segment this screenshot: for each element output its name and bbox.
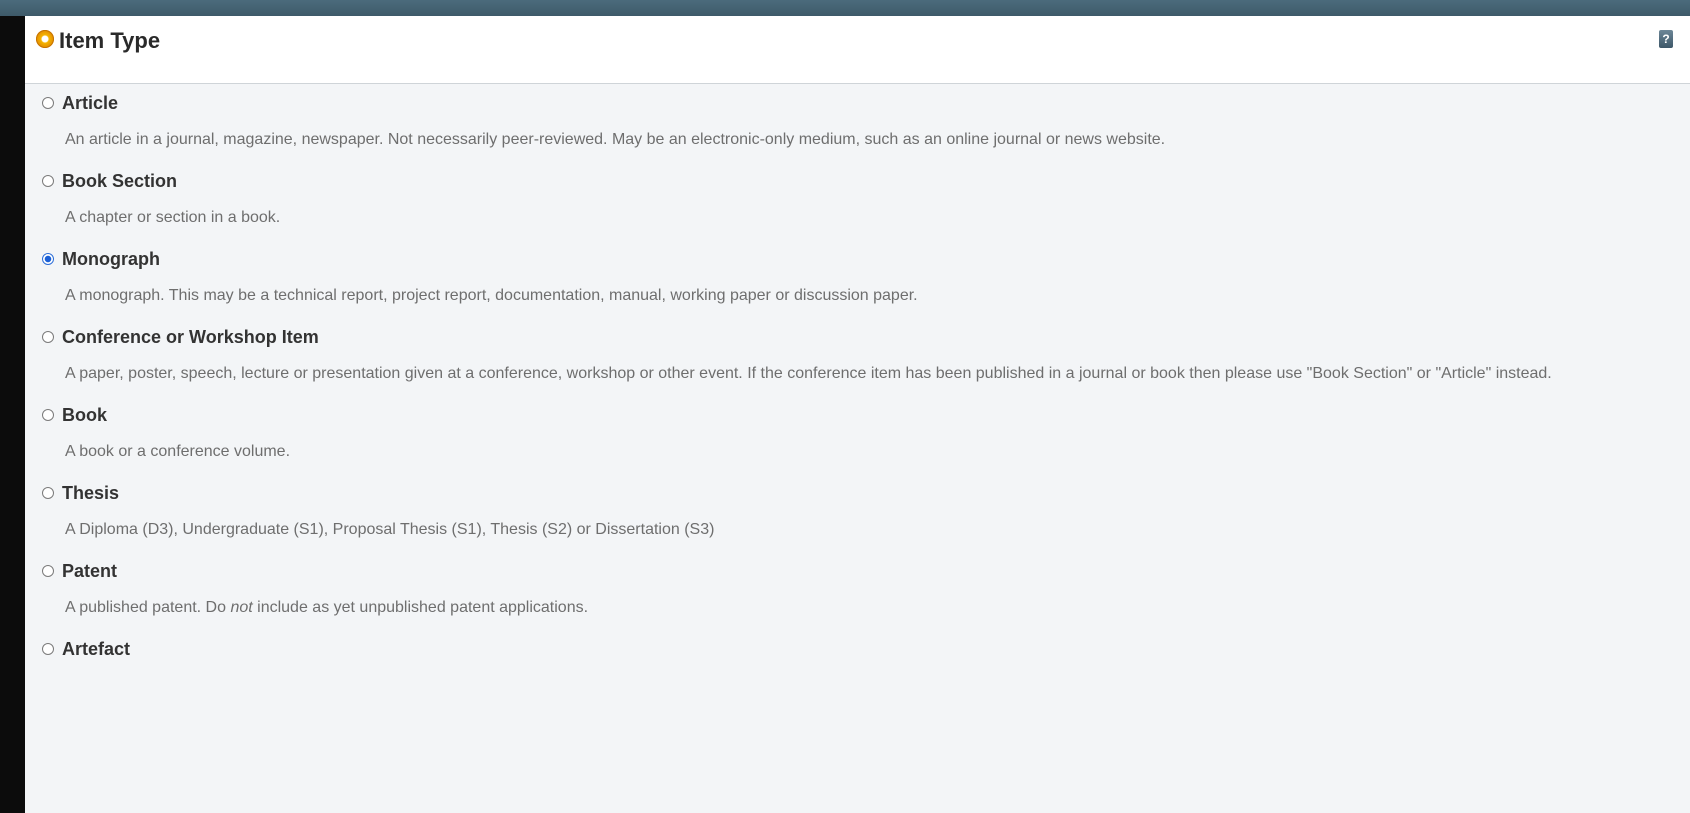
radio-artefact[interactable] <box>42 643 54 655</box>
option-thesis: Thesis A Diploma (D3), Undergraduate (S1… <box>25 474 1690 552</box>
top-bar <box>0 0 1690 16</box>
option-description: A published patent. Do not include as ye… <box>25 590 1690 630</box>
option-label[interactable]: Artefact <box>62 639 130 660</box>
option-label[interactable]: Thesis <box>62 483 119 504</box>
option-conference-item: Conference or Workshop Item A paper, pos… <box>25 318 1690 396</box>
radio-conference-item[interactable] <box>42 331 54 343</box>
left-edge <box>0 16 25 813</box>
option-description: A Diploma (D3), Undergraduate (S1), Prop… <box>65 521 715 538</box>
radio-article[interactable] <box>42 97 54 109</box>
bullet-icon <box>36 30 54 48</box>
option-row[interactable]: Patent <box>25 552 1690 590</box>
description-text: A published patent. Do <box>65 599 231 616</box>
option-book-section: Book Section A chapter or section in a b… <box>25 162 1690 240</box>
option-row[interactable]: Thesis <box>25 474 1690 512</box>
option-description: A book or a conference volume. <box>65 443 291 460</box>
description-emphasis: not <box>230 599 253 616</box>
option-row[interactable]: Book Section <box>25 162 1690 200</box>
panel-title: Item Type <box>59 28 161 53</box>
item-type-panel: Item Type ? Article An article in a jour… <box>25 16 1690 813</box>
option-monograph: Monograph A monograph. This may be a tec… <box>25 240 1690 318</box>
option-label[interactable]: Book Section <box>62 171 177 192</box>
radio-book-section[interactable] <box>42 175 54 187</box>
radio-book[interactable] <box>42 409 54 421</box>
option-artefact: Artefact <box>25 630 1690 668</box>
panel-header[interactable]: Item Type ? <box>25 16 1690 84</box>
item-type-options: Article An article in a journal, magazin… <box>25 84 1690 668</box>
radio-thesis[interactable] <box>42 487 54 499</box>
option-description: A monograph. This may be a technical rep… <box>65 287 918 304</box>
option-description: A paper, poster, speech, lecture or pres… <box>65 365 1552 382</box>
radio-patent[interactable] <box>42 565 54 577</box>
option-description: A chapter or section in a book. <box>65 209 281 226</box>
option-row[interactable]: Book <box>25 396 1690 434</box>
option-book: Book A book or a conference volume. <box>25 396 1690 474</box>
help-icon[interactable]: ? <box>1659 30 1673 48</box>
option-article: Article An article in a journal, magazin… <box>25 84 1690 162</box>
option-patent: Patent A published patent. Do not includ… <box>25 552 1690 630</box>
option-label[interactable]: Conference or Workshop Item <box>62 327 319 348</box>
radio-monograph[interactable] <box>42 253 54 265</box>
option-label[interactable]: Monograph <box>62 249 160 270</box>
option-row[interactable]: Article <box>25 84 1690 122</box>
option-row[interactable]: Conference or Workshop Item <box>25 318 1690 356</box>
option-row[interactable]: Artefact <box>25 630 1690 668</box>
option-label[interactable]: Book <box>62 405 107 426</box>
description-text: include as yet unpublished patent applic… <box>252 599 589 616</box>
option-label[interactable]: Patent <box>62 561 117 582</box>
option-row[interactable]: Monograph <box>25 240 1690 278</box>
option-label[interactable]: Article <box>62 93 118 114</box>
option-description: An article in a journal, magazine, newsp… <box>65 131 1166 148</box>
